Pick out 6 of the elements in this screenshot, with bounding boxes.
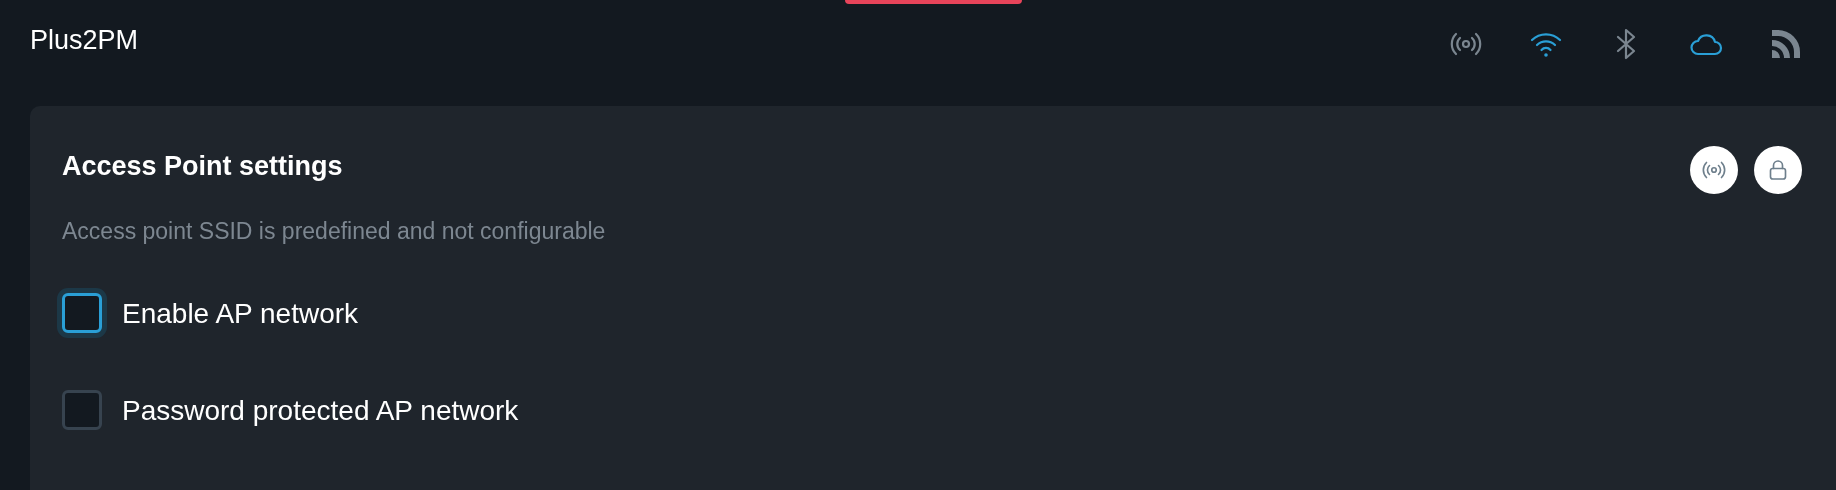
checkbox-label: Password protected AP network xyxy=(122,393,519,428)
checkbox[interactable] xyxy=(62,389,102,430)
app-title: Plus2PM xyxy=(30,24,139,57)
checkbox-label: Enable AP network xyxy=(122,296,359,331)
card-title: Access Point settings xyxy=(62,150,343,183)
card-subtitle: Access point SSID is predefined and not configurable xyxy=(62,217,607,246)
